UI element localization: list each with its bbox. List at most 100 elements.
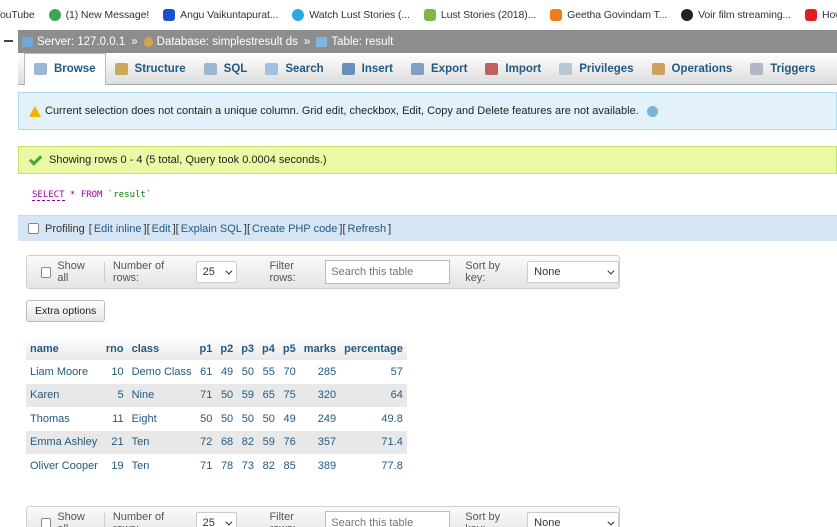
number-of-rows-select[interactable]: 25 <box>195 512 238 527</box>
success-message: Showing rows 0 - 4 (5 total, Query took … <box>18 146 837 174</box>
help-icon[interactable] <box>646 105 658 117</box>
tab-structure[interactable]: Structure <box>106 53 195 85</box>
column-header-rno[interactable]: rno <box>101 338 128 360</box>
privileges-icon <box>559 62 573 75</box>
bracket: [ <box>342 222 346 235</box>
breadcrumb-database[interactable]: Database: simplestresult ds <box>157 36 298 48</box>
tab-export[interactable]: Export <box>402 53 476 85</box>
tab-privileges[interactable]: Privileges <box>550 53 642 85</box>
tab-label: Import <box>505 62 542 75</box>
collapse-navigation-button[interactable] <box>0 30 18 53</box>
profiling-bar: Profiling [Edit inline][Edit][Explain SQ… <box>18 215 837 241</box>
cell-percentage: 64 <box>340 383 407 407</box>
column-header-marks[interactable]: marks <box>299 338 341 360</box>
sort-by-key-select[interactable]: None <box>527 261 620 283</box>
bookmark-item[interactable]: Lust Stories (2018)... <box>423 9 537 21</box>
bookmarks-bar: YouTube (1) New Message! Angu Vaikuntapura… <box>0 0 837 30</box>
cell-p2: 49 <box>216 360 238 384</box>
cell-percentage: 77.8 <box>340 454 407 478</box>
profiling-link-edit[interactable]: Edit <box>152 223 171 235</box>
cell-rno: 10 <box>101 360 128 384</box>
cell-rno: 21 <box>101 430 128 454</box>
filter-rows-input[interactable] <box>325 511 451 527</box>
column-header-p5[interactable]: p5 <box>278 338 300 360</box>
cell-name: Oliver Cooper <box>26 454 102 478</box>
tab-browse[interactable]: Browse <box>24 52 106 85</box>
operations-icon <box>651 62 665 75</box>
profiling-link-edit-inline[interactable]: Edit inline <box>94 223 142 235</box>
cell-p4: 55 <box>258 360 279 384</box>
cell-p5: 85 <box>278 454 300 478</box>
bookmark-label: (1) New Message! <box>65 9 150 21</box>
tab-insert[interactable]: Insert <box>333 53 402 85</box>
chevron-down-icon <box>225 267 233 275</box>
bookmark-item[interactable]: (1) New Message! <box>48 9 150 21</box>
bracket: [ <box>88 222 92 235</box>
column-header-p1[interactable]: p1 <box>195 338 217 360</box>
bookmark-item[interactable]: How to Hide Galler... <box>805 9 837 21</box>
profiling-checkbox[interactable] <box>28 223 39 234</box>
column-header-class[interactable]: class <box>127 338 196 360</box>
cell-p4: 82 <box>258 454 279 478</box>
browse-icon <box>34 63 47 75</box>
tab-search[interactable]: Search <box>256 53 332 85</box>
bookmark-item[interactable]: Voir film streaming... <box>681 9 791 21</box>
bookmark-label: Angu Vaikuntapurat... <box>180 9 279 21</box>
cell-p4: 59 <box>258 430 279 454</box>
filter-rows-label: Filter rows: <box>269 260 296 284</box>
cell-name: Thomas <box>26 407 102 431</box>
bookmark-item[interactable]: YouTube <box>0 9 35 21</box>
tab-label: Search <box>285 62 324 75</box>
tab-bar: Browse Structure SQL Search Insert Export Impo… <box>18 52 837 85</box>
bookmark-item[interactable]: Geetha Govindam T... <box>550 9 667 21</box>
cell-p5: 75 <box>278 383 300 407</box>
number-of-rows-select[interactable]: 25 <box>195 261 238 283</box>
sort-by-key-select[interactable]: None <box>527 512 620 527</box>
show-all-checkbox[interactable] <box>41 266 52 278</box>
cell-marks: 249 <box>299 407 341 431</box>
bookmark-item[interactable]: Watch Lust Stories (... <box>292 9 410 21</box>
column-header-name[interactable]: name <box>26 338 102 360</box>
profiling-link-explain-sql[interactable]: Explain SQL <box>181 223 242 235</box>
bracket: [ <box>246 222 251 235</box>
play-icon <box>292 9 305 21</box>
breadcrumb-table[interactable]: Table: result <box>331 36 393 48</box>
import-icon <box>485 62 499 75</box>
extra-options-button[interactable]: Extra options <box>26 300 106 322</box>
breadcrumb-server[interactable]: Server: 127.0.0.1 <box>37 36 125 48</box>
cell-p1: 72 <box>195 430 217 454</box>
table-row: Emma Ashley 21 Ten 72 68 82 59 76 357 71.4 <box>26 430 407 454</box>
tab-label: Privileges <box>579 62 634 75</box>
warning-icon <box>29 105 41 117</box>
bookmark-label: Lust Stories (2018)... <box>440 9 537 21</box>
tab-import[interactable]: Import <box>476 53 550 85</box>
bookmark-label: Geetha Govindam T... <box>567 9 668 21</box>
profiling-link-create-php-code[interactable]: Create PHP code <box>252 223 337 235</box>
sql-query-box: SELECT * FROM `result` <box>18 175 837 215</box>
sort-by-key-value: None <box>534 517 561 527</box>
column-header-percentage[interactable]: percentage <box>340 338 407 360</box>
tab-operations[interactable]: Operations <box>643 53 742 85</box>
profiling-link-refresh[interactable]: Refresh <box>348 223 387 235</box>
number-of-rows-label: Number of rows: <box>112 511 165 527</box>
sort-by-key-label: Sort by key: <box>465 260 501 284</box>
bookmark-label: Watch Lust Stories (... <box>309 9 410 21</box>
tab-triggers[interactable]: Triggers <box>741 53 824 85</box>
cell-p1: 71 <box>195 383 217 407</box>
breadcrumb: Server: 127.0.0.1 » Database: simplestre… <box>18 30 837 53</box>
cell-p5: 49 <box>278 407 300 431</box>
cell-p1: 71 <box>195 454 217 478</box>
bookmark-item[interactable]: Angu Vaikuntapurat... <box>163 9 278 21</box>
cell-marks: 320 <box>299 383 341 407</box>
notice-text: Current selection does not contain a uni… <box>45 105 639 117</box>
column-header-p2[interactable]: p2 <box>216 338 238 360</box>
column-header-p3[interactable]: p3 <box>237 338 259 360</box>
filter-rows-input[interactable] <box>325 260 451 284</box>
show-all-checkbox[interactable] <box>41 517 52 527</box>
cell-rno: 11 <box>101 407 128 431</box>
cell-p3: 59 <box>237 383 259 407</box>
column-header-p4[interactable]: p4 <box>258 338 279 360</box>
tab-sql[interactable]: SQL <box>195 53 257 85</box>
sql-keyword-select[interactable]: SELECT <box>32 190 65 201</box>
table-header-row: name rno class p1 p2 p3 p4 p5 marks percentage <box>26 338 407 360</box>
